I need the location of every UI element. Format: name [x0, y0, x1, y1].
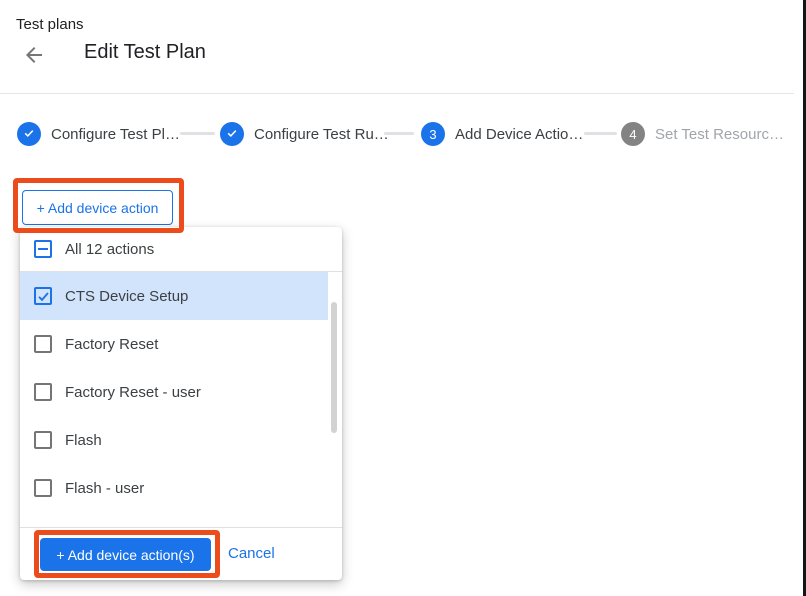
option-flash-user[interactable]: Flash - user: [20, 464, 328, 512]
option-list: CTS Device Setup Factory Reset Factory R…: [20, 272, 328, 512]
dropdown-scrollbar-thumb[interactable]: [331, 302, 337, 433]
option-label: Flash: [65, 432, 102, 449]
add-device-actions-confirm-button[interactable]: + Add device action(s): [40, 538, 211, 571]
check-icon: [225, 126, 239, 143]
edit-test-plan-page: Test plans Edit Test Plan Configure Test…: [0, 0, 806, 596]
indeterminate-checkbox-icon[interactable]: [34, 240, 52, 258]
step-label: Set Test Resourc…: [655, 126, 784, 143]
option-cts-device-setup[interactable]: CTS Device Setup: [20, 272, 328, 320]
stepper-step-configure-test-run[interactable]: Configure Test Ru…: [220, 122, 389, 146]
option-label: Factory Reset: [65, 336, 158, 353]
stepper-connector: [584, 132, 617, 135]
option-label: Factory Reset - user: [65, 384, 201, 401]
unchecked-checkbox-icon[interactable]: [34, 335, 52, 353]
option-factory-reset-user[interactable]: Factory Reset - user: [20, 368, 328, 416]
step-label: Configure Test Pl…: [51, 126, 180, 143]
step-number-circle: 3: [421, 122, 445, 146]
step-label: Add Device Actio…: [455, 126, 583, 143]
stepper-step-set-test-resources[interactable]: 4 Set Test Resourc…: [621, 122, 784, 146]
breadcrumb: Test plans: [16, 16, 84, 33]
step-label: Configure Test Ru…: [254, 126, 389, 143]
stepper-connector: [384, 132, 414, 135]
indeterminate-dash: [38, 248, 48, 250]
unchecked-checkbox-icon[interactable]: [34, 431, 52, 449]
select-all-row[interactable]: All 12 actions: [20, 227, 342, 271]
stepper-step-configure-test-plan[interactable]: Configure Test Pl…: [17, 122, 180, 146]
dropdown-footer-divider: [20, 527, 342, 528]
device-action-dropdown: All 12 actions CTS Device Setup Factory …: [20, 227, 342, 580]
check-icon: [22, 126, 36, 143]
unchecked-checkbox-icon[interactable]: [34, 479, 52, 497]
select-all-label: All 12 actions: [65, 241, 154, 258]
page-title: Edit Test Plan: [84, 41, 206, 64]
stepper-connector: [180, 132, 215, 135]
option-factory-reset[interactable]: Factory Reset: [20, 320, 328, 368]
back-button[interactable]: [22, 42, 48, 68]
cancel-button[interactable]: Cancel: [228, 545, 275, 562]
step-completed-circle: [220, 122, 244, 146]
stepper-step-add-device-action[interactable]: 3 Add Device Actio…: [421, 122, 583, 146]
step-number-circle: 4: [621, 122, 645, 146]
option-label: Flash - user: [65, 480, 144, 497]
header-divider: [0, 93, 794, 94]
add-device-action-button[interactable]: + Add device action: [22, 190, 173, 225]
option-label: CTS Device Setup: [65, 288, 188, 305]
checkmark-icon: [37, 290, 50, 303]
back-arrow-icon: [22, 43, 48, 67]
unchecked-checkbox-icon[interactable]: [34, 383, 52, 401]
step-completed-circle: [17, 122, 41, 146]
option-flash[interactable]: Flash: [20, 416, 328, 464]
checked-checkbox-icon[interactable]: [34, 287, 52, 305]
